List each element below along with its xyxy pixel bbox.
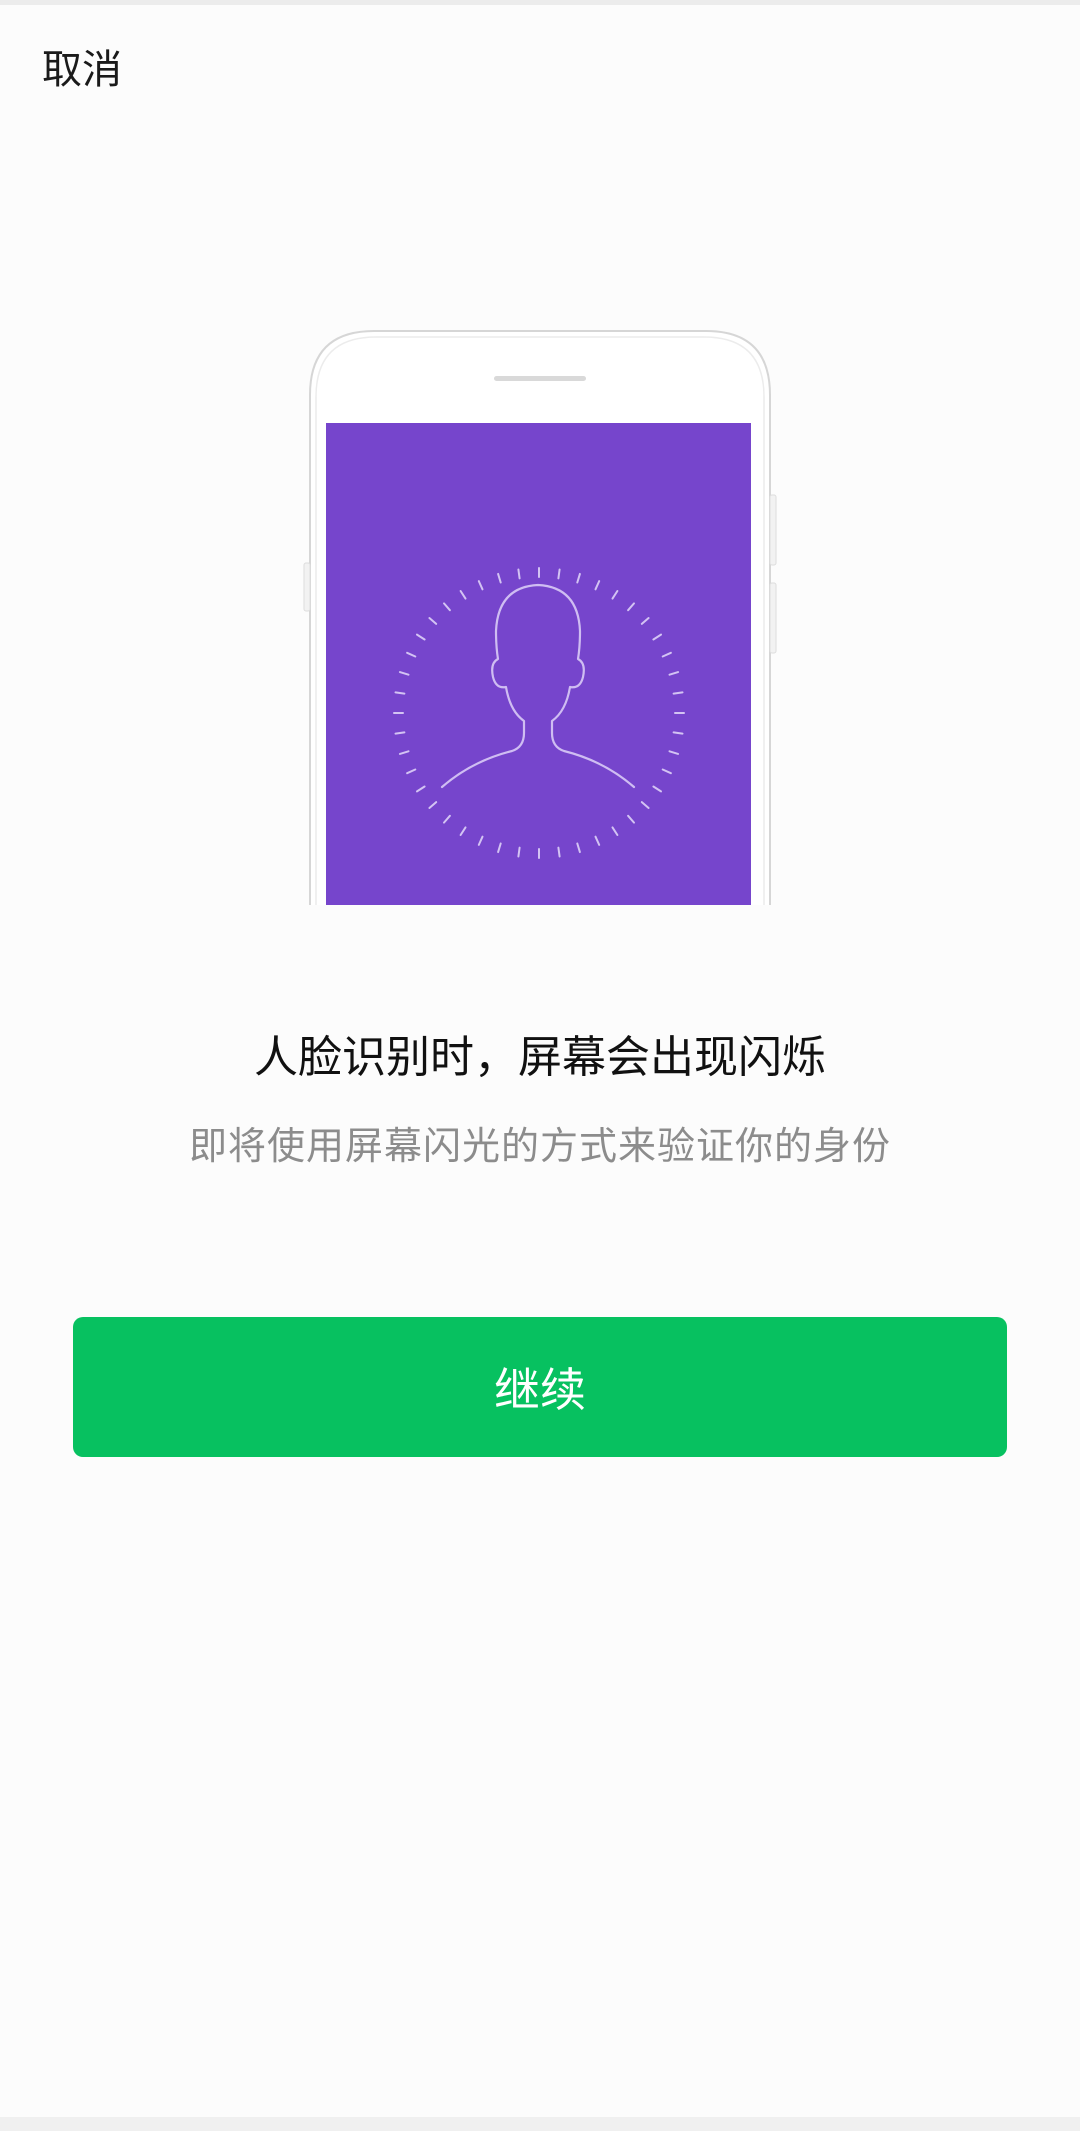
scan-ring-tick [557,568,561,580]
phone-side-button [769,494,777,566]
scan-ring-tick [672,691,684,695]
status-bar-edge [0,0,1080,5]
phone-side-button [303,562,311,612]
scan-ring-tick [394,691,406,695]
phone-speaker [494,376,586,381]
scan-ring-tick [672,731,684,735]
continue-button-label: 继续 [494,1363,586,1417]
face-recognition-phone-icon [300,325,780,905]
phone-screen [326,423,751,905]
face-verification-screen: 取消 人脸识别时，屏幕会出现闪烁 即将使用屏幕闪光的方式来验证你的身份 继续 [0,0,1080,2131]
scan-ring-tick [557,846,561,858]
phone-side-button [769,582,777,654]
continue-button[interactable]: 继续 [73,1317,1007,1457]
scan-ring-tick [517,846,521,858]
scan-ring-tick [394,731,406,735]
scan-ring-tick [517,568,521,580]
page-title: 人脸识别时，屏幕会出现闪烁 [254,1032,826,1083]
page-description: 即将使用屏幕闪光的方式来验证你的身份 [188,1124,891,1168]
cancel-button[interactable]: 取消 [42,44,122,96]
navigation-bar-edge [0,2117,1080,2131]
